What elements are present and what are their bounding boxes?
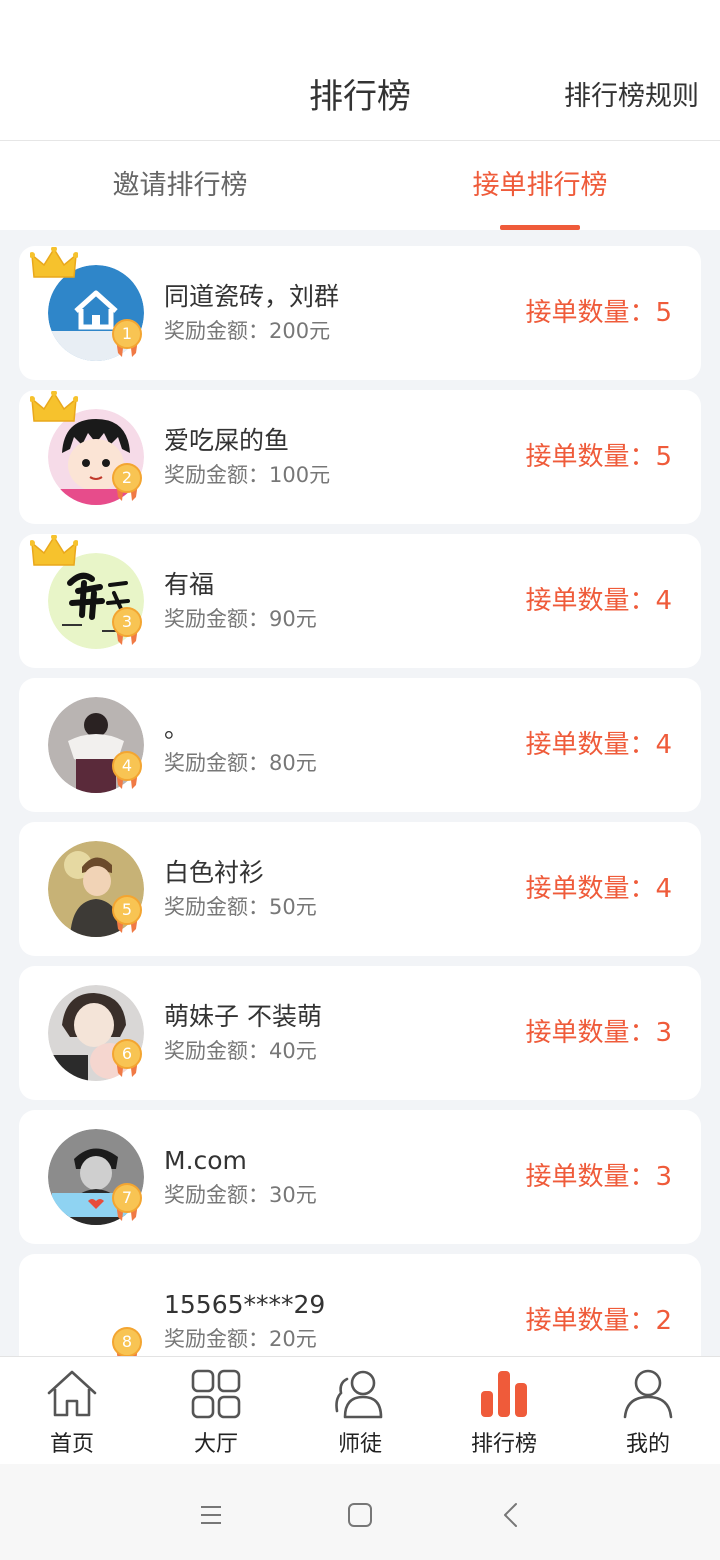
tabbar-label: 我的: [625, 1432, 670, 1457]
rank-number: 7: [112, 1183, 142, 1213]
tab-order-ranking-label: 接单排行榜: [472, 170, 608, 201]
tabbar-label: 排行榜: [470, 1432, 537, 1457]
avatar-container: 7: [48, 1129, 144, 1225]
home-icon: [47, 1370, 97, 1417]
ranking-item[interactable]: 5 白色衬衫 奖励金额：50元 接单数量：4: [19, 822, 701, 956]
order-count: 接单数量：3: [525, 1162, 672, 1192]
ranking-tabs: 邀请排行榜 接单排行榜: [0, 141, 720, 230]
rank-medal-icon: 8: [110, 1327, 144, 1356]
rank-medal-icon: 1: [110, 319, 144, 357]
reward-amount: 奖励金额：30元: [164, 1183, 317, 1207]
rank-medal-icon: 3: [110, 607, 144, 645]
user-name: 15565****29: [164, 1290, 326, 1319]
reward-amount: 奖励金额：80元: [164, 751, 317, 775]
rank-number: 6: [112, 1039, 142, 1069]
order-count: 接单数量：2: [525, 1306, 672, 1336]
bar-chart-icon: [481, 1371, 527, 1417]
rank-medal-icon: 5: [110, 895, 144, 933]
rank-number: 8: [112, 1327, 142, 1356]
home-square-icon[interactable]: [345, 1500, 375, 1530]
rank-number: 5: [112, 895, 142, 925]
user-name: 白色衬衫: [164, 858, 265, 887]
user-name: M.com: [164, 1146, 247, 1175]
person-icon: [623, 1369, 673, 1419]
user-name: 同道瓷砖，刘群: [164, 282, 340, 311]
rank-medal-icon: 7: [110, 1183, 144, 1221]
ranking-item[interactable]: 4 。 奖励金额：80元 接单数量：4: [19, 678, 701, 812]
reward-amount: 奖励金额：100元: [164, 463, 331, 487]
rank-number: 1: [112, 319, 142, 349]
rank-medal-icon: 6: [110, 1039, 144, 1077]
grid-icon: [191, 1369, 241, 1419]
tabbar-item-hall[interactable]: 大厅: [144, 1357, 288, 1465]
ranking-item[interactable]: 1 同道瓷砖，刘群 奖励金额：200元 接单数量：5: [19, 246, 701, 380]
user-name: 。: [164, 714, 190, 743]
avatar-container: 6: [48, 985, 144, 1081]
reward-amount: 奖励金额：40元: [164, 1039, 317, 1063]
rank-number: 2: [112, 463, 142, 493]
tab-invite-ranking[interactable]: 邀请排行榜: [0, 141, 360, 230]
tabbar-label: 师徒: [337, 1432, 382, 1457]
tabbar-item-ranking[interactable]: 排行榜: [432, 1357, 576, 1465]
user-name: 爱吃屎的鱼: [164, 426, 290, 455]
order-count: 接单数量：4: [525, 874, 672, 904]
order-count: 接单数量：5: [525, 298, 672, 328]
ranking-item[interactable]: 3 有福 奖励金额：90元 接单数量：4: [19, 534, 701, 668]
menu-icon[interactable]: [196, 1500, 226, 1530]
tabbar-item-mentor[interactable]: 师徒: [288, 1357, 432, 1465]
tabbar-label: 首页: [49, 1432, 94, 1457]
bottom-tab-bar: 首页 大厅 师徒 排行榜 我的: [0, 1356, 720, 1464]
user-name: 萌妹子 不装萌: [164, 1002, 322, 1031]
rank-medal-icon: 2: [110, 463, 144, 501]
ranking-item[interactable]: 8 15565****29 奖励金额：20元 接单数量：2: [19, 1254, 701, 1356]
order-count: 接单数量：5: [525, 442, 672, 472]
ranking-list[interactable]: 1 同道瓷砖，刘群 奖励金额：200元 接单数量：5 2 爱吃屎的鱼 奖励金额：…: [0, 230, 720, 1356]
crown-icon: [30, 247, 78, 278]
rank-medal-icon: 4: [110, 751, 144, 789]
user-name: 有福: [164, 570, 215, 599]
avatar-container: 4: [48, 697, 144, 793]
ranking-item[interactable]: 6 萌妹子 不装萌 奖励金额：40元 接单数量：3: [19, 966, 701, 1100]
reward-amount: 奖励金额：200元: [164, 319, 331, 343]
order-count: 接单数量：4: [525, 730, 672, 760]
rank-number: 4: [112, 751, 142, 781]
avatar-container: 5: [48, 841, 144, 937]
app-header: 排行榜 排行榜规则: [0, 0, 720, 141]
tabbar-label: 大厅: [193, 1432, 238, 1457]
avatar-container: 3: [30, 535, 144, 649]
reward-amount: 奖励金额：50元: [164, 895, 317, 919]
reward-amount: 奖励金额：90元: [164, 607, 317, 631]
crown-icon: [30, 391, 78, 422]
rank-number: 3: [112, 607, 142, 637]
crown-icon: [30, 535, 78, 566]
tabbar-item-mine[interactable]: 我的: [576, 1357, 720, 1465]
reward-amount: 奖励金额：20元: [164, 1327, 317, 1351]
avatar-container: 2: [30, 391, 144, 505]
order-count: 接单数量：3: [525, 1018, 672, 1048]
avatar-container: 8: [48, 1273, 144, 1356]
back-icon[interactable]: [496, 1500, 526, 1530]
ranking-rules-link[interactable]: 排行榜规则: [564, 78, 699, 116]
order-count: 接单数量：4: [525, 586, 672, 616]
system-navigation-bar: [0, 1464, 720, 1560]
users-icon: [335, 1370, 383, 1419]
tab-order-ranking[interactable]: 接单排行榜: [360, 141, 720, 230]
avatar-container: 1: [30, 247, 144, 361]
ranking-item[interactable]: 7 M.com 奖励金额：30元 接单数量：3: [19, 1110, 701, 1244]
tabbar-item-home[interactable]: 首页: [0, 1357, 144, 1465]
ranking-item[interactable]: 2 爱吃屎的鱼 奖励金额：100元 接单数量：5: [19, 390, 701, 524]
